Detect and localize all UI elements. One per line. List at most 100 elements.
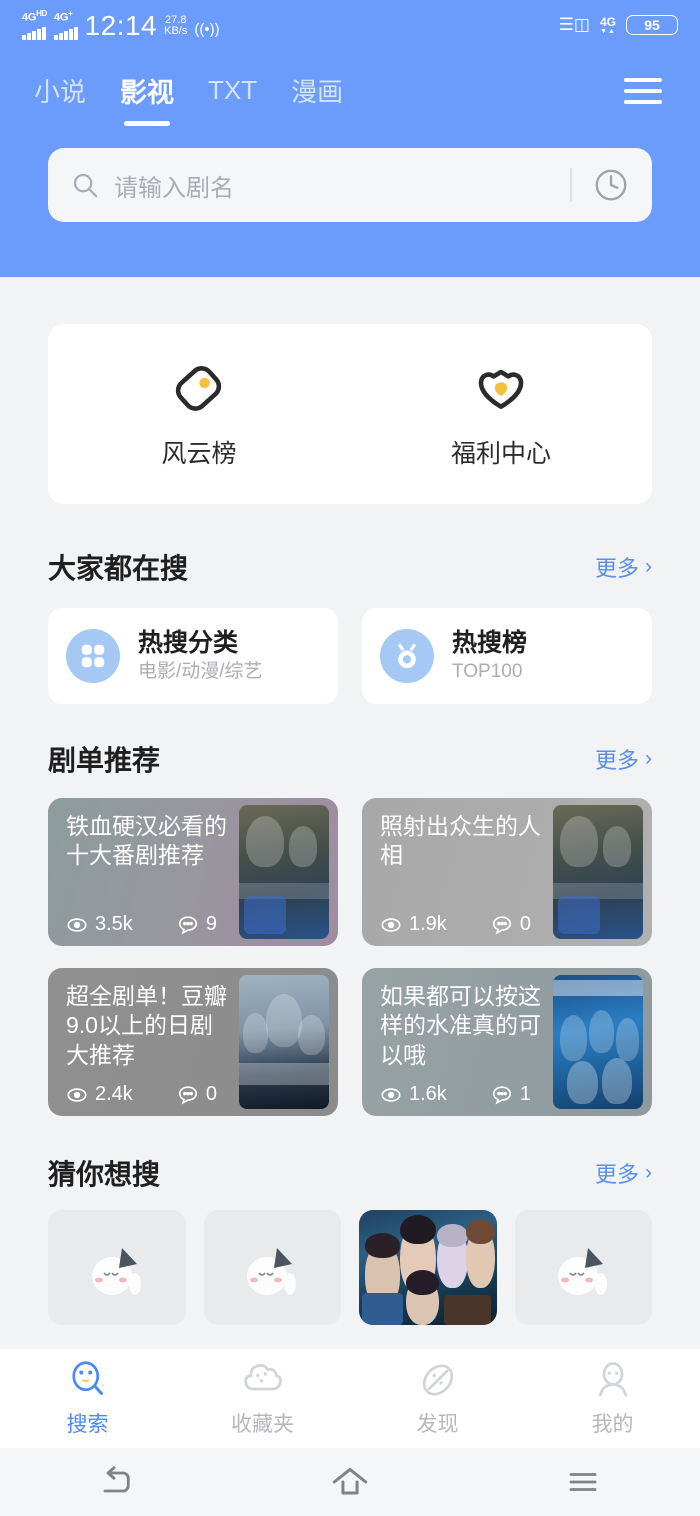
- signal2-sup: +: [68, 9, 73, 19]
- section-header-everyone-searching: 大家都在搜 更多 ›: [48, 538, 652, 596]
- guess-item-placeholder[interactable]: [203, 1210, 341, 1325]
- guess-item-placeholder[interactable]: [48, 1210, 186, 1325]
- chevron-right-icon: ›: [645, 1161, 652, 1184]
- hot-search-category-text: 热搜分类 电影/动漫/综艺: [138, 629, 263, 684]
- chevron-right-icon: ›: [645, 747, 652, 770]
- comments-stat: 0: [491, 913, 531, 936]
- network-speed: 27.8 KB/s: [164, 14, 188, 38]
- profile-person-icon: [598, 1362, 627, 1397]
- bottom-navigation-bar: 搜索 收藏夹 发现 我的: [0, 1349, 700, 1448]
- section-title: 大家都在搜: [48, 553, 189, 584]
- tab-txt[interactable]: TXT: [208, 75, 257, 108]
- card-subtitle: 电影/动漫/综艺: [138, 661, 263, 683]
- drama-card-thumbnail: [239, 975, 329, 1109]
- drama-card-title: 如果都可以按这样的水准真的可以哦: [380, 983, 541, 1068]
- nav-label: 收藏夹: [231, 1413, 294, 1436]
- favorites-cloud-icon: [243, 1364, 282, 1391]
- status-bar: 4GHD 4G+ 12:14 27.8 KB/s ((•)) ☰◫ 4G ▼▲ …: [0, 0, 700, 50]
- signal-indicator-1: 4GHD: [22, 10, 47, 40]
- anime-poster-thumbnail: [359, 1210, 497, 1325]
- quick-entry-fulizhongxin[interactable]: 福利中心: [350, 358, 652, 470]
- main-content: 风云榜 福利中心 大家都在搜 更多 › 热搜分类 电影/动漫/综艺 热搜榜 TO…: [0, 277, 700, 1349]
- medal-icon: [380, 629, 434, 683]
- thumbnail-art: [553, 805, 643, 939]
- nav-item-profile[interactable]: 我的: [525, 1359, 700, 1438]
- drama-card-title: 超全剧单！豆瓣9.0以上的日剧大推荐: [66, 983, 227, 1068]
- drama-list-card[interactable]: 如果都可以按这样的水准真的可以哦 1.6k 1: [362, 968, 652, 1116]
- drama-list-card[interactable]: 铁血硬汉必看的十大番剧推荐 3.5k 9: [48, 798, 338, 946]
- comments-stat: 9: [177, 913, 217, 936]
- views-stat: 2.4k: [66, 1083, 133, 1106]
- comments-stat: 0: [177, 1083, 217, 1106]
- hot-search-category-card[interactable]: 热搜分类 电影/动漫/综艺: [48, 608, 338, 704]
- section-header-guess-you-search: 猜你想搜 更多 ›: [48, 1144, 652, 1202]
- tab-comic[interactable]: 漫画: [291, 72, 343, 111]
- search-divider: [570, 168, 572, 202]
- drama-card-body: 超全剧单！豆瓣9.0以上的日剧大推荐 2.4k 0: [48, 968, 235, 1116]
- section-title: 剧单推荐: [48, 745, 161, 776]
- tag-icon: [175, 366, 222, 411]
- card-title: 热搜榜: [452, 628, 528, 657]
- drama-card-stats: 3.5k 9: [66, 913, 235, 936]
- eye-icon: [67, 1087, 87, 1102]
- signal-indicator-2: 4G+: [54, 10, 78, 40]
- more-link-guess-you-search[interactable]: 更多 ›: [595, 1157, 652, 1189]
- tab-novel[interactable]: 小说: [34, 72, 86, 111]
- guess-you-search-row: [48, 1210, 652, 1325]
- thumbnail-art: [239, 975, 329, 1109]
- comments-count: 0: [205, 1083, 217, 1105]
- chevron-right-icon: ›: [645, 555, 652, 578]
- vibrate-icon: ☰◫: [558, 15, 590, 34]
- hot-search-rank-card[interactable]: 热搜榜 TOP100: [362, 608, 652, 704]
- cat-placeholder-icon: [558, 1247, 608, 1295]
- search-input[interactable]: 请输入剧名: [114, 168, 570, 203]
- search-face-icon: [71, 1361, 103, 1395]
- system-recents-button[interactable]: [467, 1461, 700, 1503]
- search-icon: [73, 173, 98, 198]
- guess-item-placeholder[interactable]: [514, 1210, 652, 1325]
- more-link-everyone-searching[interactable]: 更多 ›: [595, 551, 652, 583]
- status-bar-left: 4GHD 4G+ 12:14 27.8 KB/s ((•)): [22, 10, 220, 41]
- status-bar-right: ☰◫ 4G ▼▲ 95: [559, 15, 678, 35]
- category-tabs: 小说 影视 TXT 漫画: [0, 50, 700, 132]
- home-icon: [332, 1467, 368, 1495]
- nav-label: 我的: [591, 1413, 634, 1436]
- app-header: 4GHD 4G+ 12:14 27.8 KB/s ((•)) ☰◫ 4G ▼▲ …: [0, 0, 700, 277]
- recents-icon: [569, 1473, 597, 1491]
- comment-icon: [178, 1085, 197, 1105]
- data-label: 4G: [599, 14, 616, 29]
- nav-item-favorites[interactable]: 收藏夹: [175, 1359, 350, 1438]
- net-speed-unit: KB/s: [164, 25, 188, 38]
- drama-card-body: 铁血硬汉必看的十大番剧推荐 3.5k 9: [48, 798, 235, 946]
- comment-icon: [492, 1085, 511, 1105]
- drama-list-card[interactable]: 超全剧单！豆瓣9.0以上的日剧大推荐 2.4k 0: [48, 968, 338, 1116]
- back-icon: [103, 1466, 130, 1493]
- hot-search-row: 热搜分类 电影/动漫/综艺 热搜榜 TOP100: [48, 608, 652, 704]
- status-bar-clock: 12:14: [84, 10, 158, 41]
- drama-card-thumbnail: [553, 975, 643, 1109]
- quick-entry-label: 福利中心: [450, 440, 551, 468]
- history-clock-icon[interactable]: [592, 166, 630, 204]
- more-link-drama-lists[interactable]: 更多 ›: [595, 743, 652, 775]
- hamburger-menu-icon[interactable]: [620, 70, 666, 112]
- drama-card-stats: 1.6k 1: [380, 1083, 549, 1106]
- more-label: 更多: [594, 556, 639, 581]
- gift-shield-icon: [478, 369, 524, 410]
- nav-label: 搜索: [66, 1413, 109, 1436]
- nav-item-discover[interactable]: 发现: [350, 1359, 525, 1438]
- card-title: 热搜分类: [138, 628, 239, 657]
- quick-entry-label: 风云榜: [161, 440, 237, 468]
- nav-item-search[interactable]: 搜索: [0, 1359, 175, 1438]
- search-box[interactable]: 请输入剧名: [48, 148, 652, 222]
- signal-bars-icon: [54, 26, 78, 40]
- system-home-button[interactable]: [233, 1460, 466, 1504]
- quick-entry-fengyunbang[interactable]: 风云榜: [48, 358, 350, 470]
- drama-card-thumbnail: [553, 805, 643, 939]
- tab-video[interactable]: 影视: [120, 71, 174, 112]
- card-subtitle: TOP100: [452, 661, 523, 683]
- section-title: 猜你想搜: [48, 1159, 161, 1190]
- views-stat: 1.9k: [380, 913, 447, 936]
- guess-item-loaded[interactable]: [359, 1210, 497, 1325]
- drama-list-card[interactable]: 照射出众生的人相 1.9k 0: [362, 798, 652, 946]
- system-back-button[interactable]: [0, 1461, 233, 1503]
